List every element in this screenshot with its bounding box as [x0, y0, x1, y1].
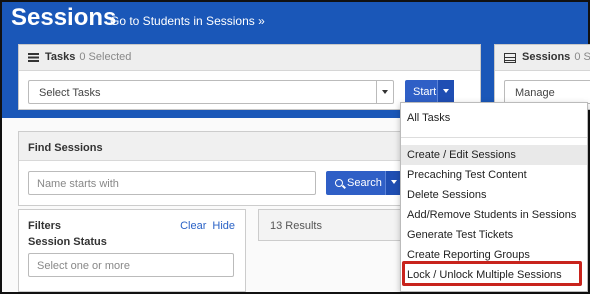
filters-title: Filters: [28, 220, 62, 232]
sessions-title: Sessions: [522, 51, 571, 63]
sessions-panel: Sessions 0 S Manage: [494, 44, 590, 110]
start-dropdown-toggle[interactable]: [437, 80, 454, 104]
session-name-input[interactable]: Name starts with: [28, 171, 316, 195]
session-name-placeholder: Name starts with: [37, 178, 119, 190]
tasks-panel: Tasks 0 Selected Select Tasks Start: [18, 44, 481, 110]
menu-item-generate-test-tickets[interactable]: Generate Test Tickets: [401, 225, 587, 245]
search-icon: [335, 179, 343, 187]
menu-item-create-edit-sessions[interactable]: Create / Edit Sessions: [401, 145, 587, 165]
tasks-selected-count: 0 Selected: [79, 51, 132, 63]
clear-filters-link[interactable]: Clear: [180, 220, 206, 232]
select-tasks-caret[interactable]: [376, 81, 393, 103]
table-icon: [504, 53, 516, 63]
sessions-panel-header: Sessions 0 S: [495, 45, 590, 71]
sessions-count: 0 S: [574, 51, 590, 63]
results-panel: 13 Results: [258, 209, 408, 241]
find-sessions-title: Find Sessions: [28, 142, 103, 154]
chevron-down-icon: [382, 90, 388, 94]
results-count: 13 Results: [270, 220, 322, 232]
search-button-label: Search: [347, 177, 382, 189]
menu-item-add-remove-students[interactable]: Add/Remove Students in Sessions: [401, 205, 587, 225]
filters-panel: Filters Session Status Clear Hide Select …: [18, 209, 246, 292]
session-status-select[interactable]: Select one or more: [28, 253, 234, 277]
page-title: Sessions: [11, 4, 117, 31]
highlight-annotation: [402, 261, 582, 286]
session-status-placeholder: Select one or more: [37, 260, 130, 272]
students-in-sessions-link[interactable]: Go to Students in Sessions »: [110, 14, 265, 28]
menu-item-delete-sessions[interactable]: Delete Sessions: [401, 185, 587, 205]
tasks-panel-header: Tasks 0 Selected: [19, 45, 480, 71]
find-sessions-panel: Find Sessions Name starts with Search: [18, 131, 403, 206]
find-sessions-header: Find Sessions: [19, 132, 402, 161]
tasks-title: Tasks: [45, 51, 76, 63]
session-status-label: Session Status: [28, 236, 107, 248]
hide-filters-link[interactable]: Hide: [212, 220, 235, 232]
manage-dropdown[interactable]: Manage: [504, 80, 590, 104]
select-tasks-value: Select Tasks: [39, 87, 101, 99]
manage-value: Manage: [515, 87, 555, 99]
select-tasks-dropdown[interactable]: Select Tasks: [28, 80, 394, 104]
menu-divider: [401, 137, 587, 138]
chevron-down-icon: [391, 180, 397, 184]
list-icon: [28, 53, 39, 62]
menu-item-all-tasks[interactable]: All Tasks: [401, 108, 587, 128]
chevron-down-icon: [443, 89, 449, 93]
menu-item-precaching-test-content[interactable]: Precaching Test Content: [401, 165, 587, 185]
start-button[interactable]: Start: [405, 80, 454, 104]
search-button[interactable]: Search: [326, 171, 402, 195]
start-button-label: Start: [413, 86, 437, 98]
